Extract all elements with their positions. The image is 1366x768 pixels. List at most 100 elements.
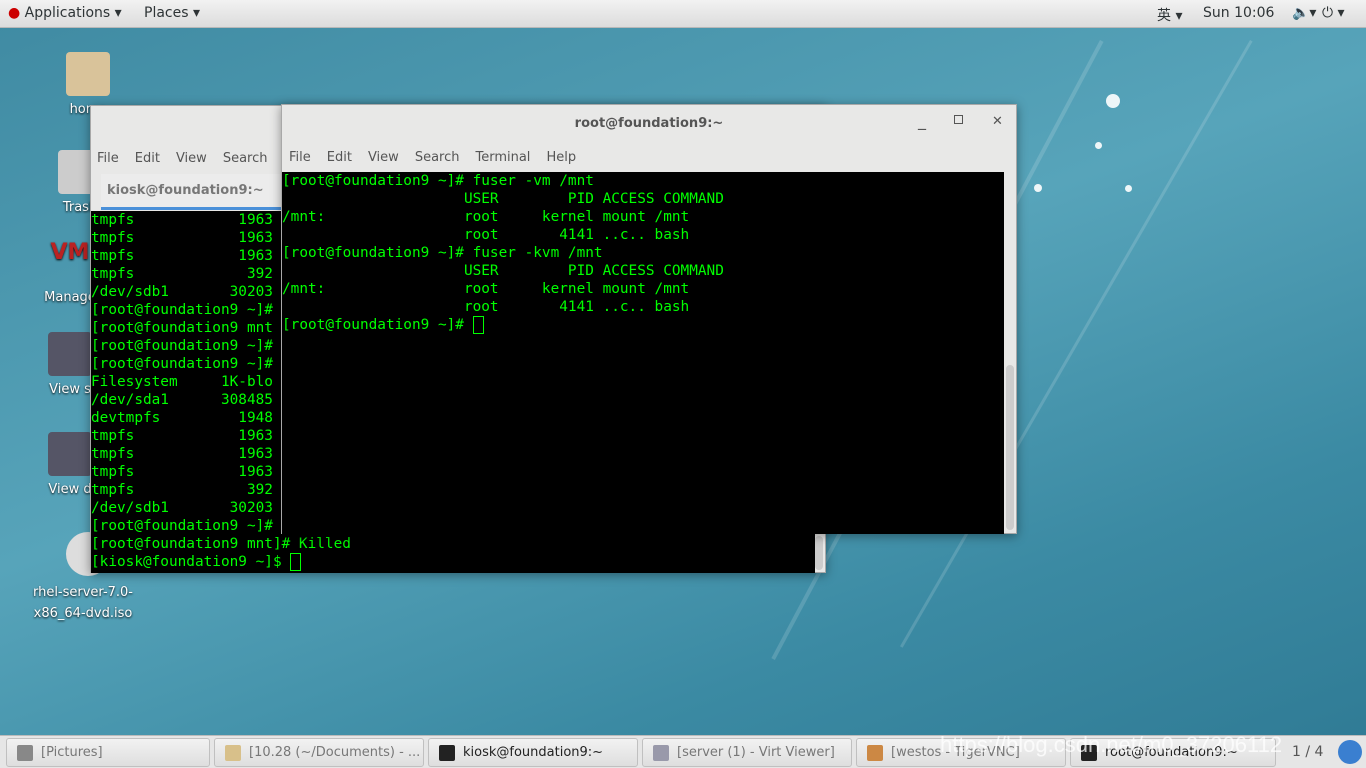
- menu-terminal[interactable]: Terminal: [475, 150, 530, 165]
- terminal-line-text: [root@foundation9 mnt: [91, 320, 273, 336]
- terminal-line-text: root 4141 ..c.. bash: [282, 227, 690, 243]
- terminal-line-text: [root@foundation9 ~]#: [91, 338, 273, 354]
- folder-home-icon: [66, 52, 110, 96]
- task-label: kiosk@foundation9:~: [463, 745, 604, 760]
- volume-icon[interactable]: 🔈▾: [1292, 5, 1316, 21]
- terminal-line: root 4141 ..c.. bash: [282, 298, 1004, 316]
- front-terminal-output[interactable]: [root@foundation9 ~]# fuser -vm /mnt USE…: [282, 172, 1004, 534]
- wallpaper-dot: [1095, 142, 1102, 149]
- menu-view[interactable]: View: [368, 150, 399, 165]
- terminal-line-text: /dev/sda1 308485: [91, 392, 273, 408]
- close-button[interactable]: ✕: [992, 114, 1003, 129]
- task-label: [Pictures]: [41, 745, 103, 760]
- terminal-line: USER PID ACCESS COMMAND: [282, 190, 1004, 208]
- menu-file[interactable]: File: [289, 150, 311, 165]
- text-editor-icon: [225, 745, 241, 761]
- task-label: [server (1) - Virt Viewer]: [677, 745, 835, 760]
- wallpaper-dot: [1106, 94, 1120, 108]
- places-menu[interactable]: Places ▾: [144, 5, 200, 21]
- task-label: [10.28 (~/Documents) - ...: [249, 745, 421, 760]
- terminal-line-text: tmpfs 1963: [91, 446, 273, 462]
- terminal-line: [root@foundation9 mnt]# Killed: [91, 535, 815, 553]
- terminal-cursor: [290, 553, 302, 571]
- task-documents[interactable]: [10.28 (~/Documents) - ...: [214, 738, 424, 767]
- task-kiosk-terminal[interactable]: kiosk@foundation9:~: [428, 738, 638, 767]
- places-label: Places: [144, 5, 189, 21]
- terminal-line-text: [root@foundation9 ~]#: [91, 356, 273, 372]
- input-method-label: 英: [1157, 8, 1171, 24]
- terminal-line: [kiosk@foundation9 ~]$: [91, 553, 815, 571]
- terminal-line: root 4141 ..c.. bash: [282, 226, 1004, 244]
- workspace-indicator[interactable]: 1 / 4: [1292, 744, 1323, 760]
- back-scrollbar[interactable]: [815, 536, 823, 570]
- menu-search[interactable]: Search: [415, 150, 460, 165]
- terminal-line-text: [root@foundation9 mnt]# Killed: [91, 536, 351, 552]
- front-scrollbar[interactable]: [1006, 365, 1014, 530]
- terminal-line: /mnt: root kernel mount /mnt: [282, 280, 1004, 298]
- terminal-line-text: tmpfs 1963: [91, 248, 273, 264]
- terminal-line-text: /dev/sdb1 30203: [91, 500, 273, 516]
- vm-icon: VM: [50, 240, 90, 265]
- terminal-line: [root@foundation9 ~]#: [282, 316, 1004, 334]
- terminal-line-text: tmpfs 392: [91, 266, 273, 282]
- watermark: https://blog.csdn.net/m0_37206112: [940, 732, 1283, 757]
- minimize-button[interactable]: _: [918, 111, 926, 130]
- back-menu-bar: File Edit View Search: [97, 151, 283, 166]
- maximize-button[interactable]: [954, 115, 963, 124]
- menu-file[interactable]: File: [97, 151, 119, 166]
- terminal-line: [root@foundation9 ~]# fuser -kvm /mnt: [282, 244, 1004, 262]
- applications-menu[interactable]: ● Applications ▾: [8, 5, 122, 21]
- file-manager-icon: [17, 745, 33, 761]
- terminal-line-text: tmpfs 1963: [91, 212, 273, 228]
- terminal-line-text: root 4141 ..c.. bash: [282, 299, 690, 315]
- top-bar: ● Applications ▾ Places ▾ 英 ▾ Sun 10:06 …: [0, 0, 1366, 28]
- monitor-icon: [48, 332, 92, 376]
- task-pictures[interactable]: [Pictures]: [6, 738, 210, 767]
- terminal-line: [root@foundation9 ~]# fuser -vm /mnt: [282, 172, 1004, 190]
- terminal-line-text: tmpfs 1963: [91, 230, 273, 246]
- monitor-icon: [653, 745, 669, 761]
- terminal-line: USER PID ACCESS COMMAND: [282, 262, 1004, 280]
- task-virt-viewer[interactable]: [server (1) - Virt Viewer]: [642, 738, 852, 767]
- front-terminal-window[interactable]: root@foundation9:~ _ ✕ File Edit View Searc…: [281, 104, 1017, 534]
- workspace-switcher-icon[interactable]: [1338, 740, 1362, 764]
- icon-label: rhel-server-7.0-x86_64-dvd.iso: [32, 585, 134, 621]
- terminal-line-text: [root@foundation9 ~]#: [282, 317, 473, 333]
- terminal-line: /mnt: root kernel mount /mnt: [282, 208, 1004, 226]
- terminal-cursor: [472, 316, 484, 334]
- terminal-line-text: tmpfs 392: [91, 482, 273, 498]
- wallpaper-dot: [1125, 185, 1132, 192]
- terminal-line-text: [root@foundation9 ~]#: [91, 518, 273, 534]
- terminal-line-text: [kiosk@foundation9 ~]$: [91, 554, 291, 570]
- menu-view[interactable]: View: [176, 151, 207, 166]
- icon-label: View d: [48, 482, 92, 497]
- terminal-line-text: USER PID ACCESS COMMAND: [282, 191, 724, 207]
- menu-edit[interactable]: Edit: [135, 151, 160, 166]
- tab-title: kiosk@foundation9:~: [107, 183, 264, 198]
- wallpaper-dot: [1034, 184, 1042, 192]
- terminal-line-text: tmpfs 1963: [91, 428, 273, 444]
- terminal-line-text: USER PID ACCESS COMMAND: [282, 263, 724, 279]
- applications-label: Applications: [24, 5, 111, 21]
- clock[interactable]: Sun 10:06: [1203, 5, 1274, 21]
- terminal-line-text: tmpfs 1963: [91, 464, 273, 480]
- terminal-line-text: [root@foundation9 ~]#: [91, 302, 273, 318]
- menu-search[interactable]: Search: [223, 151, 268, 166]
- terminal-line-text: /mnt: root kernel mount /mnt: [282, 281, 690, 297]
- window-title: root@foundation9:~: [574, 116, 724, 131]
- taskbar: [Pictures] [10.28 (~/Documents) - ... ki…: [0, 732, 1366, 768]
- input-method-menu[interactable]: 英 ▾: [1157, 5, 1182, 25]
- power-icon[interactable]: ⏻ ▾: [1322, 5, 1345, 21]
- menu-help[interactable]: Help: [546, 150, 576, 165]
- terminal-line-text: [root@foundation9 ~]# fuser -kvm /mnt: [282, 245, 603, 261]
- terminal-line-text: [root@foundation9 ~]# fuser -vm /mnt: [282, 173, 594, 189]
- front-menu-bar: File Edit View Search Terminal Help: [289, 150, 592, 165]
- menu-edit[interactable]: Edit: [327, 150, 352, 165]
- redhat-icon: ●: [8, 5, 21, 21]
- terminal-line-text: /dev/sdb1 30203: [91, 284, 273, 300]
- vnc-icon: [867, 745, 883, 761]
- terminal-line-text: /mnt: root kernel mount /mnt: [282, 209, 690, 225]
- icon-label: View s: [49, 382, 91, 397]
- terminal-line-text: devtmpfs 1948: [91, 410, 273, 426]
- terminal-line-text: Filesystem 1K-blo: [91, 374, 273, 390]
